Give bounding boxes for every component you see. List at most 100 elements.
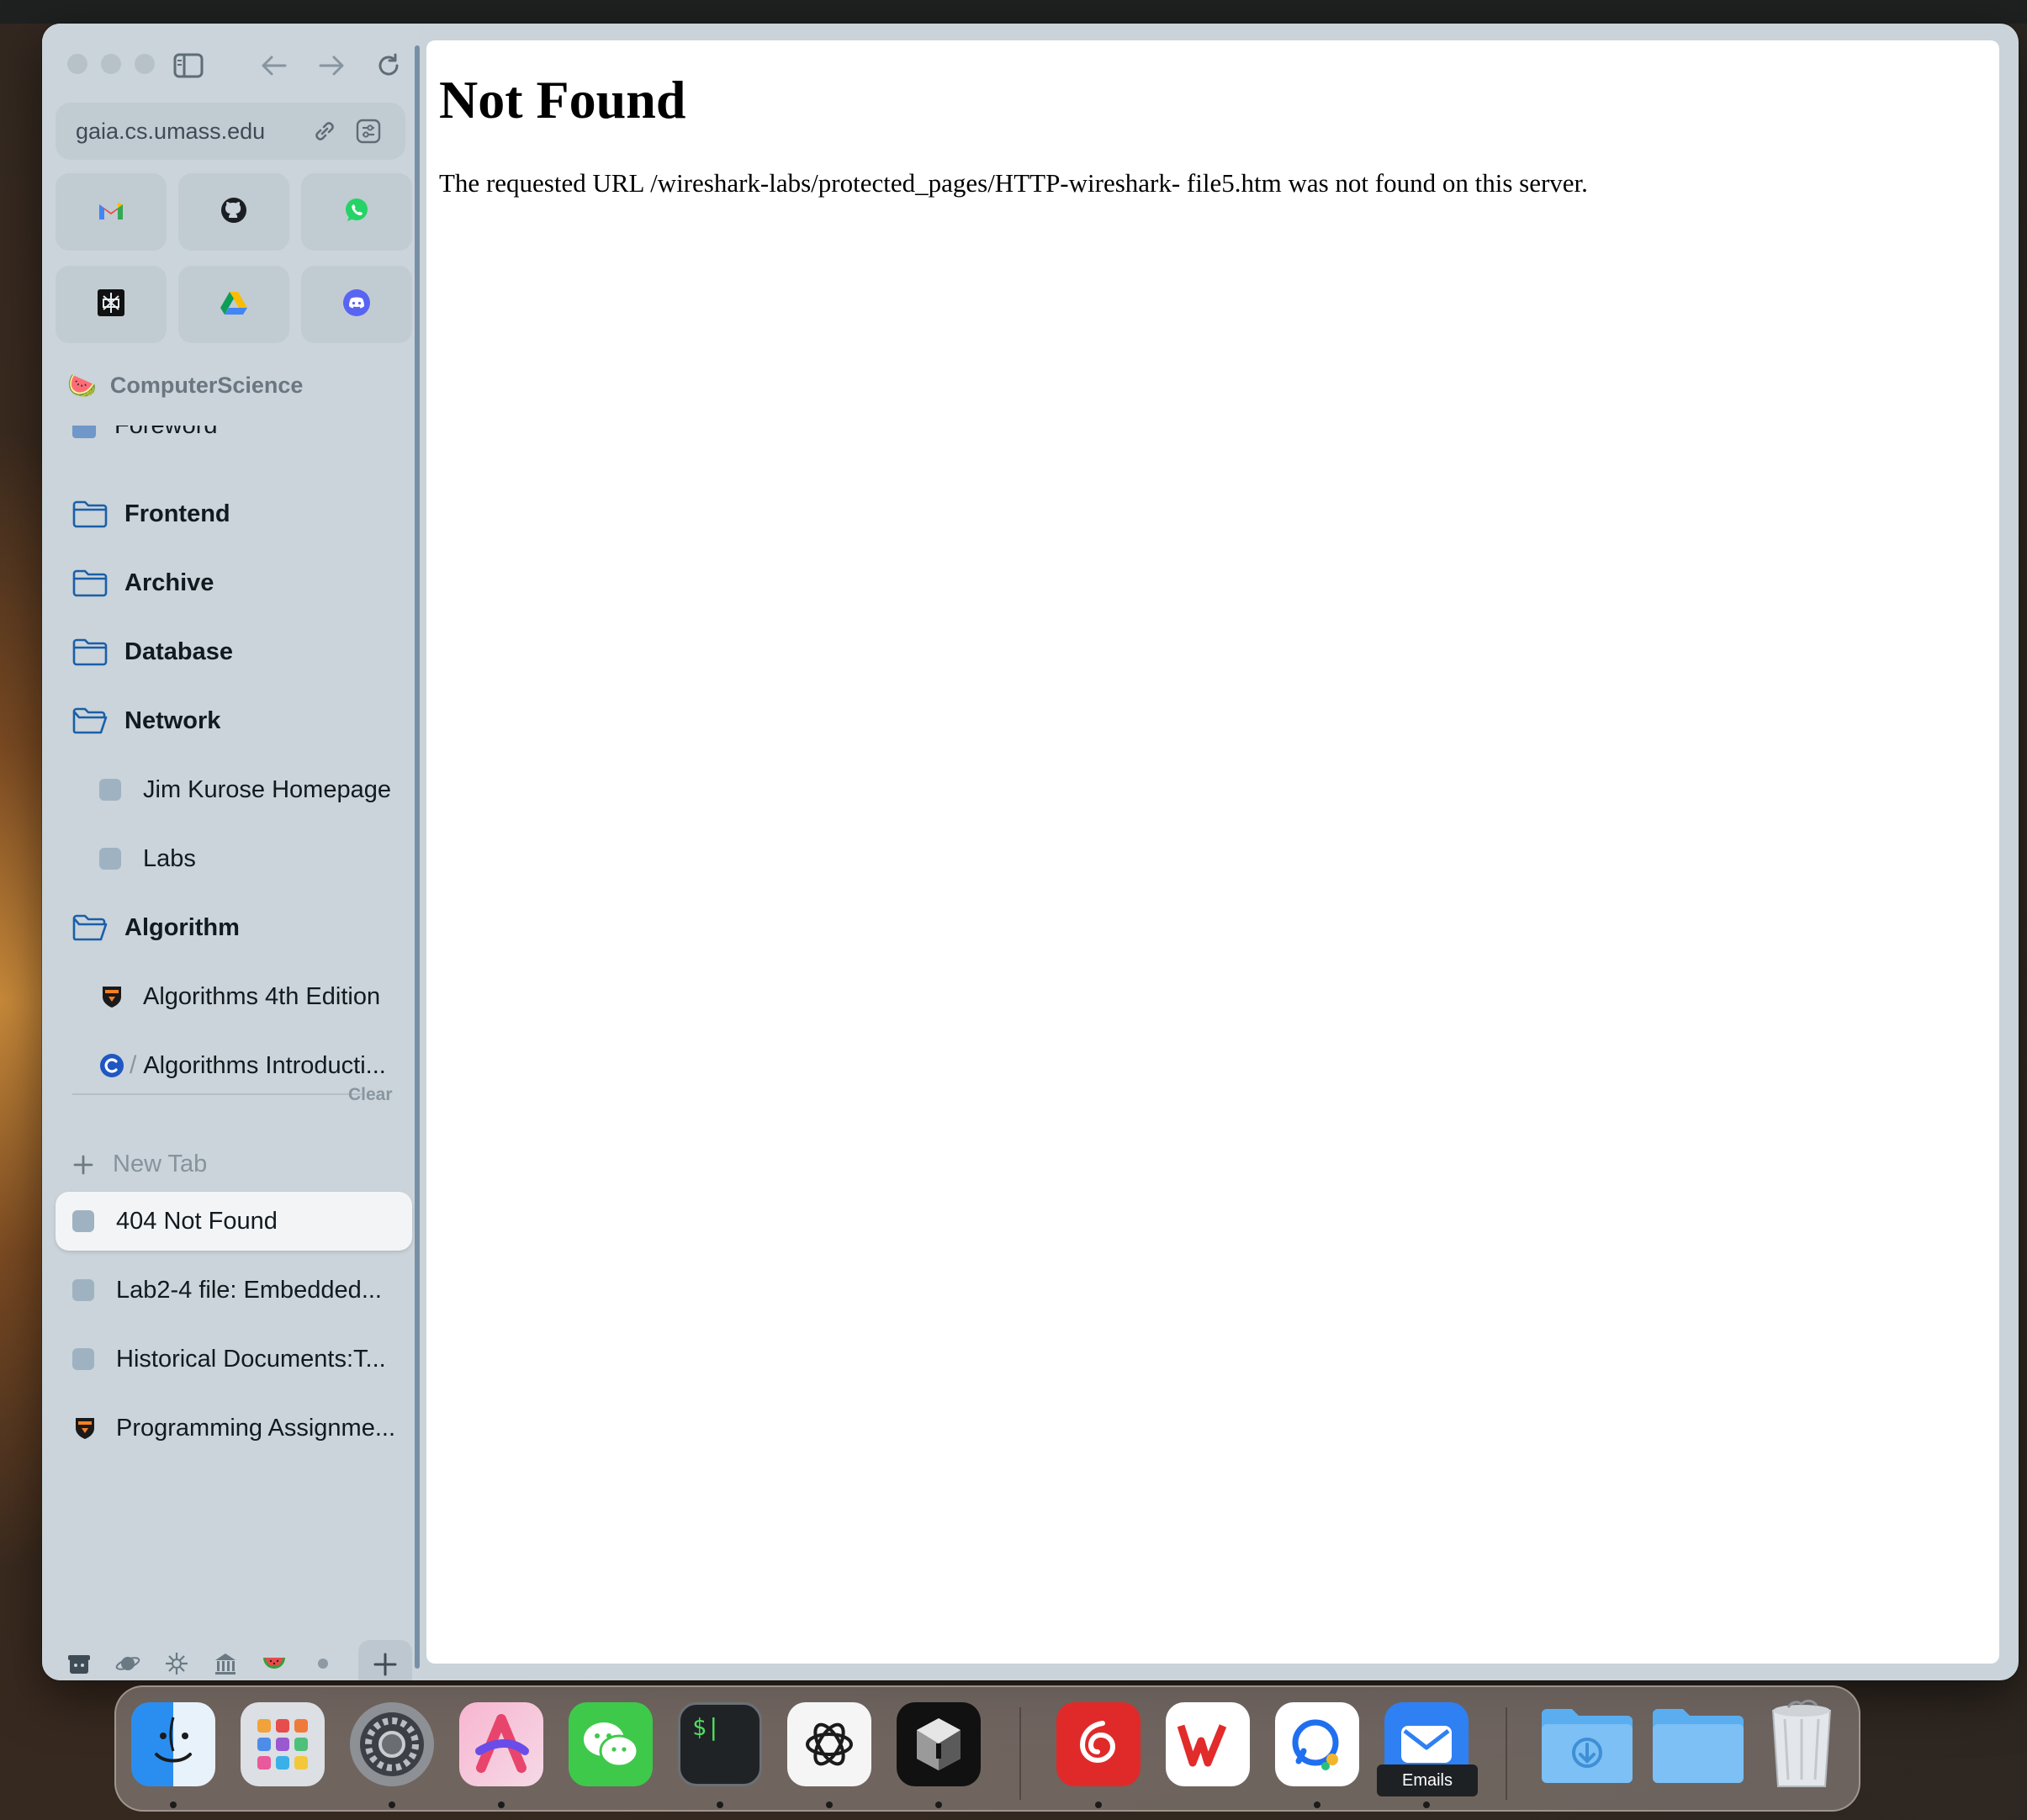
close-window-button[interactable] [67, 54, 87, 74]
wps-icon [1178, 1724, 1227, 1767]
pinned-google-drive[interactable] [178, 266, 289, 343]
sidebar: gaia.cs.umass.edu 🍉 ComputerScience Fore… [42, 24, 419, 1680]
bookmark-jim-kurose[interactable]: Jim Kurose Homepage [56, 758, 407, 822]
folder-database[interactable]: Database [56, 620, 407, 684]
folder-open-icon [72, 707, 108, 734]
running-indicator [717, 1801, 723, 1808]
folder-open-icon [72, 914, 108, 941]
archive-box-icon[interactable] [59, 1643, 99, 1680]
sparkle-icon[interactable] [156, 1643, 197, 1680]
tab-historical-documents[interactable]: Historical Documents:T... [56, 1327, 407, 1391]
forward-arrow-icon[interactable] [313, 47, 350, 84]
folder-icon [1653, 1709, 1744, 1783]
bookmark-label: Labs [143, 844, 196, 872]
clear-tabs-button[interactable]: Clear [348, 1085, 393, 1105]
tab-lab2-4[interactable]: Lab2-4 file: Embedded... [56, 1258, 407, 1322]
planet-icon[interactable] [108, 1643, 148, 1680]
bookmark-algorithms-4th[interactable]: Algorithms 4th Edition [56, 965, 407, 1029]
tab-label: Historical Documents:T... [116, 1345, 386, 1373]
pinned-whatsapp[interactable] [301, 173, 412, 251]
dock-arc-browser[interactable] [459, 1702, 543, 1786]
watermelon-space-icon[interactable] [254, 1643, 294, 1680]
site-c-icon [99, 1053, 124, 1078]
running-indicator [170, 1801, 177, 1808]
reload-icon[interactable] [370, 47, 407, 84]
dock-wps[interactable] [1166, 1702, 1250, 1786]
folder-label: Algorithm [124, 913, 240, 941]
tab-404-not-found[interactable]: 404 Not Found [56, 1192, 412, 1251]
discord-icon [342, 288, 371, 321]
page-icon [99, 779, 121, 801]
sidebar-resize-handle[interactable] [415, 45, 420, 1669]
museum-icon[interactable] [205, 1643, 246, 1680]
folder-label: Database [124, 638, 233, 665]
dock-chatgpt[interactable] [787, 1702, 871, 1786]
perplexity-icon [97, 288, 125, 321]
new-tab-label: New Tab [113, 1151, 208, 1177]
url-bar[interactable]: gaia.cs.umass.edu [56, 103, 405, 160]
running-indicator [389, 1801, 395, 1808]
dock-wechat[interactable] [569, 1702, 653, 1786]
copy-link-icon[interactable] [308, 114, 341, 148]
tab-label: 404 Not Found [116, 1207, 278, 1235]
slash-separator: / [130, 1051, 137, 1079]
page-icon [72, 1210, 94, 1232]
arc-icon [475, 1714, 529, 1773]
new-tab-button[interactable]: New Tab [72, 1151, 207, 1178]
gmail-icon [98, 199, 124, 225]
running-indicator [1095, 1801, 1102, 1808]
space-header[interactable]: 🍉 ComputerScience [67, 373, 303, 399]
dock-terminal[interactable]: $| [678, 1702, 762, 1786]
folder-archive[interactable]: Archive [56, 551, 407, 615]
tab-label: Lab2-4 file: Embedded... [116, 1276, 382, 1304]
dock-folder[interactable] [1649, 1702, 1748, 1786]
gear-icon [360, 1712, 424, 1776]
mail-icon [1401, 1726, 1452, 1763]
watermelon-icon: 🍉 [67, 372, 97, 399]
page-icon [99, 848, 121, 870]
folder-network[interactable]: Network [56, 689, 407, 753]
add-space-button[interactable] [358, 1640, 412, 1680]
wechat-icon [584, 1722, 639, 1768]
downloads-folder-icon [1542, 1709, 1633, 1783]
pinned-github[interactable] [178, 173, 289, 251]
pinned-discord[interactable] [301, 266, 412, 343]
minimize-window-button[interactable] [101, 54, 121, 74]
dock-tooltip: Emails [1377, 1764, 1478, 1796]
dock-system-settings[interactable] [350, 1702, 434, 1786]
page-icon [72, 1348, 94, 1370]
folder-algorithm[interactable]: Algorithm [56, 896, 407, 960]
back-arrow-icon[interactable] [256, 47, 293, 84]
running-indicator [935, 1801, 942, 1808]
url-text[interactable]: gaia.cs.umass.edu [76, 119, 298, 145]
partial-list-item[interactable]: Foreword [72, 426, 409, 446]
dock-separator [1019, 1707, 1021, 1800]
browser-window: gaia.cs.umass.edu 🍉 ComputerScience Fore… [42, 24, 2019, 1680]
pinned-perplexity[interactable] [56, 266, 167, 343]
running-indicator [1314, 1801, 1320, 1808]
dock-netease-music[interactable] [1056, 1702, 1141, 1786]
launchpad-icon [257, 1719, 308, 1770]
pinned-gmail[interactable] [56, 173, 167, 251]
dock: $| Emails [114, 1685, 1860, 1812]
menu-bar [0, 0, 2027, 24]
chatgpt-icon [806, 1722, 853, 1766]
zoom-window-button[interactable] [135, 54, 155, 74]
dock-qq-chat[interactable] [1275, 1702, 1359, 1786]
site-settings-icon[interactable] [352, 114, 385, 148]
folder-label: Frontend [124, 500, 230, 527]
dock-trash[interactable] [1760, 1699, 1844, 1787]
tab-programming-assignment[interactable]: Programming Assignme... [56, 1396, 407, 1460]
dock-finder[interactable] [131, 1702, 215, 1786]
bookmark-labs[interactable]: Labs [56, 827, 407, 891]
dock-downloads-folder[interactable] [1537, 1702, 1637, 1786]
dock-launchpad[interactable] [241, 1702, 325, 1786]
netease-music-icon [1079, 1721, 1116, 1764]
dot-icon[interactable] [303, 1643, 343, 1680]
bookmark-label: Jim Kurose Homepage [143, 775, 391, 803]
dock-app-cube[interactable] [897, 1702, 981, 1786]
google-drive-icon [220, 290, 248, 320]
running-indicator [1423, 1801, 1430, 1808]
folder-frontend[interactable]: Frontend [56, 482, 407, 546]
sidebar-toggle-icon[interactable] [170, 47, 207, 84]
